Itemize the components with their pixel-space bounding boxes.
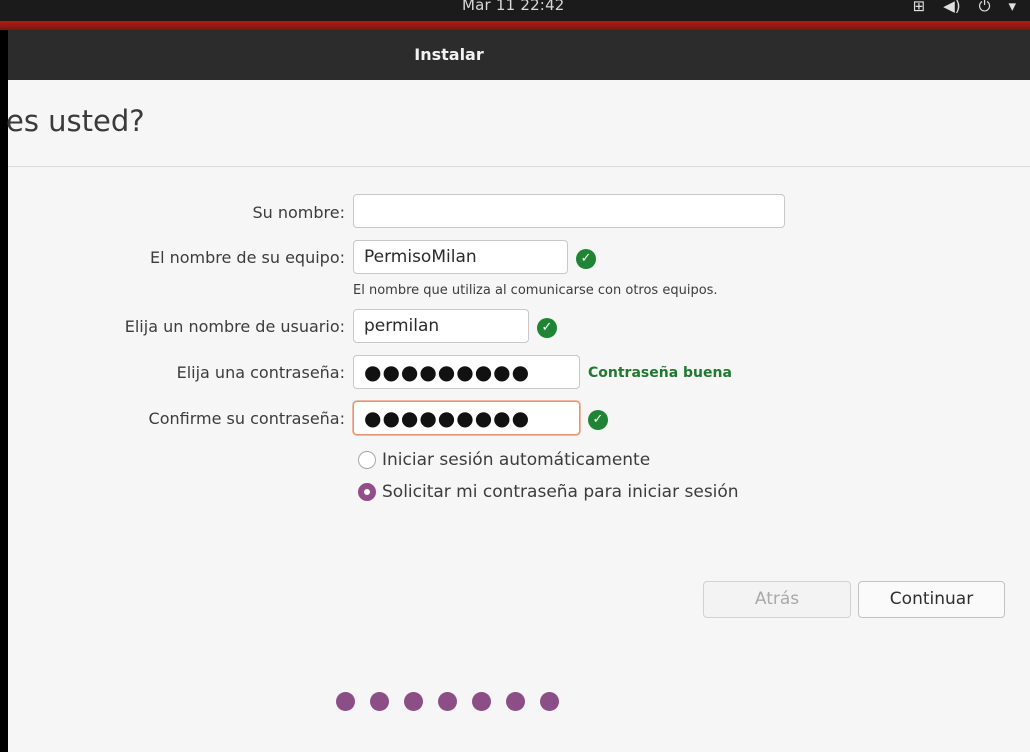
progress-dot bbox=[370, 692, 389, 711]
system-tray[interactable]: ⊞ ◀) ⏻ ▾ bbox=[913, 0, 1016, 15]
auto-login-label: Iniciar sesión automáticamente bbox=[382, 450, 651, 470]
continue-button[interactable]: Continuar bbox=[858, 581, 1005, 618]
computer-name-input[interactable]: PermisoMilan bbox=[353, 240, 568, 274]
auto-login-radio[interactable] bbox=[358, 451, 376, 469]
computer-name-check-icon: ✓ bbox=[576, 249, 596, 269]
progress-dot bbox=[404, 692, 423, 711]
computer-name-hint: El nombre que utiliza al comunicarse con… bbox=[353, 283, 718, 298]
username-input[interactable]: permilan bbox=[353, 309, 529, 343]
confirm-password-label: Confirme su contraseña: bbox=[148, 409, 345, 428]
confirm-password-check-icon: ✓ bbox=[588, 410, 608, 430]
progress-indicator bbox=[336, 692, 559, 711]
power-icon[interactable]: ⏻ bbox=[979, 0, 991, 15]
installer-window: Instalar es usted? Su nombre: El nombre … bbox=[6, 30, 1030, 752]
progress-dot bbox=[336, 692, 355, 711]
require-password-option[interactable]: Solicitar mi contraseña para iniciar ses… bbox=[358, 482, 739, 502]
page-heading: es usted? bbox=[6, 104, 145, 138]
menu-arrow-icon[interactable]: ▾ bbox=[1008, 0, 1016, 15]
volume-icon[interactable]: ◀) bbox=[943, 0, 960, 15]
name-label: Su nombre: bbox=[252, 203, 345, 222]
accent-line bbox=[0, 21, 1030, 30]
password-label: Elija una contraseña: bbox=[176, 363, 345, 382]
computer-name-label: El nombre de su equipo: bbox=[149, 248, 345, 267]
window-headerbar: Instalar bbox=[8, 30, 1030, 80]
password-strength: Contraseña buena bbox=[588, 365, 732, 381]
progress-dot bbox=[472, 692, 491, 711]
window-title: Instalar bbox=[414, 45, 484, 64]
confirm-password-input[interactable]: ●●●●●●●●● bbox=[353, 401, 580, 435]
name-input[interactable] bbox=[353, 194, 785, 228]
progress-dot bbox=[438, 692, 457, 711]
heading-divider bbox=[8, 166, 1030, 167]
username-check-icon: ✓ bbox=[537, 318, 557, 338]
username-label: Elija un nombre de usuario: bbox=[124, 317, 345, 336]
back-button[interactable]: Atrás bbox=[703, 581, 851, 618]
auto-login-option[interactable]: Iniciar sesión automáticamente bbox=[358, 450, 650, 470]
network-icon[interactable]: ⊞ bbox=[913, 0, 926, 15]
progress-dot bbox=[540, 692, 559, 711]
progress-dot bbox=[506, 692, 525, 711]
require-password-label: Solicitar mi contraseña para iniciar ses… bbox=[382, 482, 739, 502]
password-input[interactable]: ●●●●●●●●● bbox=[353, 355, 580, 389]
system-top-bar: Mar 11 22:42 ⊞ ◀) ⏻ ▾ bbox=[0, 0, 1030, 21]
require-password-radio[interactable] bbox=[358, 483, 376, 501]
clock[interactable]: Mar 11 22:42 bbox=[462, 0, 565, 14]
